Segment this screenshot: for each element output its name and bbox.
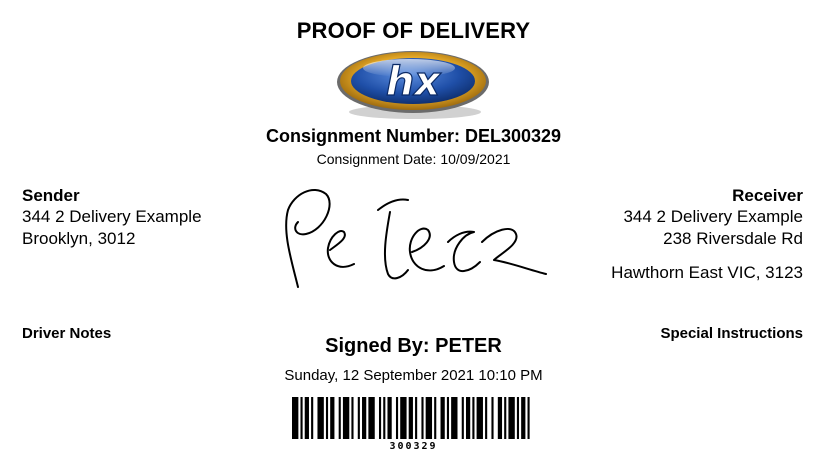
barcode-bar — [368, 397, 375, 439]
receiver-block: Receiver 344 2 Delivery Example 238 Rive… — [611, 186, 803, 284]
barcode-bar — [421, 397, 424, 439]
sender-block: Sender 344 2 Delivery Example Brooklyn, … — [22, 186, 202, 250]
barcode-bar — [304, 397, 309, 439]
barcode-bar — [508, 397, 515, 439]
sender-address-line-1: 344 2 Delivery Example — [22, 207, 202, 226]
barcode-bar — [504, 397, 507, 439]
barcode-bar — [434, 397, 437, 439]
barcode-bar — [465, 397, 471, 439]
handwritten-signature — [285, 189, 547, 288]
receiver-address-line-2: 238 Riversdale Rd — [663, 229, 803, 248]
barcode-bar — [292, 397, 299, 439]
document-title: PROOF OF DELIVERY — [296, 18, 531, 43]
barcode-bar — [476, 397, 483, 439]
barcode-bar — [311, 397, 314, 439]
hx-logo-icon: hx — [337, 51, 489, 119]
signed-date: Sunday, 12 September 2021 10:10 PM — [284, 367, 543, 384]
barcode-bar — [461, 397, 464, 439]
barcode-bar — [378, 397, 382, 439]
barcode-bar — [338, 397, 341, 439]
barcode-bar — [362, 397, 367, 439]
barcode-bar — [357, 397, 360, 439]
barcode-bar — [497, 397, 503, 439]
barcode-bar — [527, 397, 530, 439]
sender-heading: Sender — [22, 186, 80, 205]
consignment-number: Consignment Number: DEL300329 — [265, 126, 562, 146]
barcode-bar — [485, 397, 488, 439]
receiver-address-line-3: Hawthorn East VIC, 3123 — [611, 263, 803, 282]
barcode-bar — [300, 397, 303, 439]
barcode-bar — [342, 397, 350, 439]
barcode-bar — [425, 397, 433, 439]
barcode-bar — [400, 397, 407, 439]
barcode-bar — [351, 397, 354, 439]
barcode-bar — [440, 397, 445, 439]
barcode-bar — [325, 397, 329, 439]
barcode-bar — [472, 397, 475, 439]
signed-by: Signed By: PETER — [325, 335, 502, 357]
barcode-bar — [395, 397, 399, 439]
barcode-bar — [383, 397, 386, 439]
barcode-bar — [415, 397, 418, 439]
barcode-bar — [317, 397, 324, 439]
receiver-heading: Receiver — [732, 186, 803, 205]
sender-address-line-2: Brooklyn, 3012 — [22, 229, 136, 248]
barcode-bar — [387, 397, 392, 439]
barcode-bar — [491, 397, 494, 439]
barcode-bar — [451, 397, 458, 439]
barcode-number: 300329 — [389, 441, 438, 452]
barcode-bar — [446, 397, 450, 439]
barcode-bar — [516, 397, 520, 439]
barcode — [292, 397, 530, 439]
receiver-address-line-1: 344 2 Delivery Example — [623, 207, 803, 226]
consignment-date: Consignment Date: 10/09/2021 — [316, 151, 511, 167]
svg-text:hx: hx — [386, 59, 441, 105]
barcode-bar — [521, 397, 526, 439]
barcode-bar — [330, 397, 335, 439]
barcode-bar — [408, 397, 413, 439]
